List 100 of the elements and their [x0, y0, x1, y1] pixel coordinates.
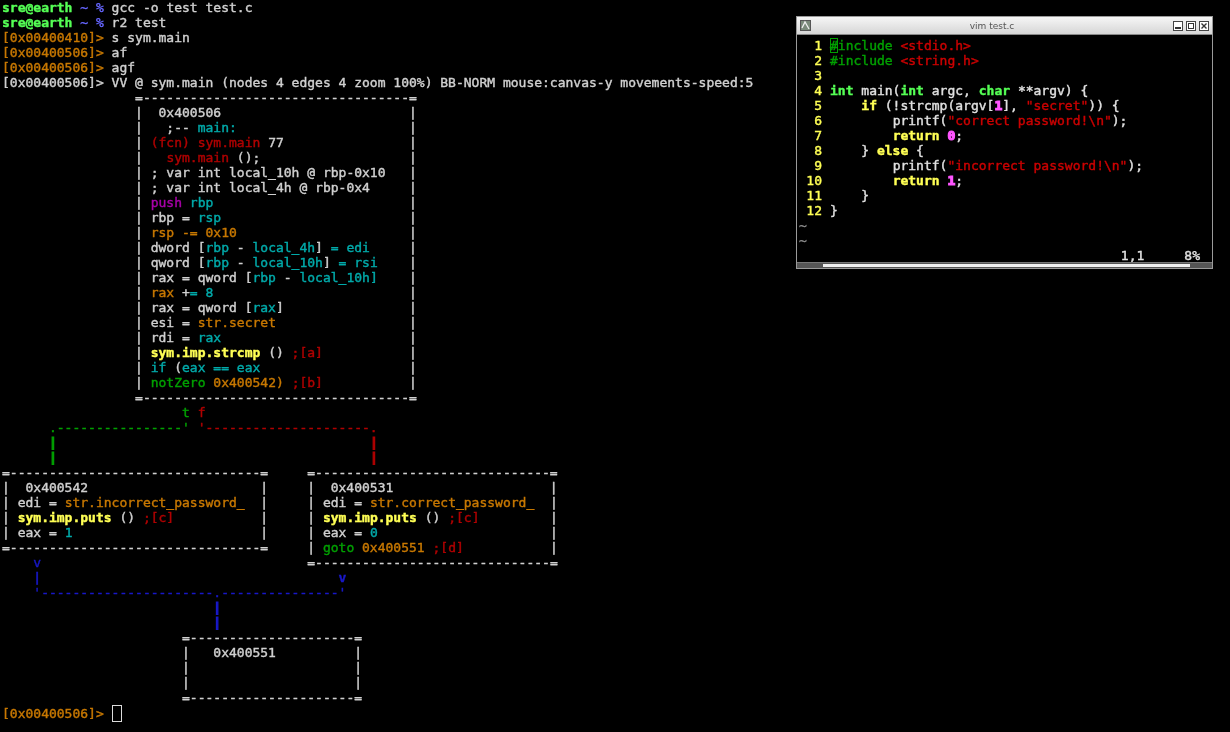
code-text: include — [837, 38, 893, 53]
terminal-text: goto — [322, 540, 355, 555]
terminal-text: | — [409, 375, 417, 390]
code-text: printf( — [892, 113, 948, 128]
empty-line-marker: ~ — [799, 218, 807, 233]
terminal-text: | 0x400506 | — [135, 105, 417, 120]
terminal-text: | ; var int local_10h @ rbp-0x10 | — [135, 165, 417, 180]
code-text: "incorrect password!\n" — [947, 158, 1128, 173]
line-number: 12 — [805, 203, 823, 218]
terminal-text: if — [150, 360, 167, 375]
code-text: argc, — [931, 83, 971, 98]
terminal-text: + — [182, 285, 190, 300]
terminal-text: 0x400542) — [213, 375, 284, 390]
scrollbar[interactable] — [797, 262, 1212, 268]
terminal-text: | — [369, 435, 378, 450]
terminal-text: | rbp = — [135, 210, 190, 225]
code-text: if — [861, 98, 877, 113]
terminal-text: [0x00400506]> VV @ sym.main (nodes 4 edges 4 zoom 100%) BB-NORM mouse:canvas-y movements-speed:5 — [2, 75, 754, 90]
terminal-text: f — [197, 405, 206, 420]
terminal-text: () — [424, 510, 441, 525]
terminal-text: ] — [322, 255, 331, 270]
terminal-text: .----------------' — [48, 420, 190, 435]
line-number: 9 — [813, 158, 823, 173]
terminal-text: r2 test — [111, 15, 167, 30]
terminal-text: 1 — [64, 525, 73, 540]
terminal-text: - — [236, 255, 245, 270]
terminal-text: | rdi = — [135, 330, 190, 345]
code-text: } — [861, 143, 870, 158]
terminal-text: | — [48, 450, 57, 465]
close-icon[interactable] — [1199, 20, 1209, 31]
terminal-text: - — [236, 240, 245, 255]
cursor-position: 1,1 — [1120, 248, 1145, 262]
line-number: 3 — [813, 68, 823, 83]
code-text: int — [830, 83, 854, 98]
terminal-text: notZero — [150, 375, 206, 390]
terminal-text: | rax = qword [ — [135, 300, 253, 315]
terminal-text: =--------------------------------= =------------------------------= — [2, 465, 558, 480]
code-text: )) { — [1088, 98, 1120, 113]
terminal-text: rbp — [252, 270, 276, 285]
terminal-text: | — [369, 450, 378, 465]
empty-line-marker: ~ — [799, 233, 807, 248]
terminal-text: rax — [197, 330, 222, 345]
terminal-text: af — [111, 45, 128, 60]
terminal-text: =----------------------------------= — [135, 390, 417, 405]
scroll-percent: 8% — [1184, 248, 1200, 262]
minimize-icon[interactable] — [1173, 20, 1183, 31]
terminal-text: rax — [252, 300, 276, 315]
terminal-text: = 8 — [189, 285, 214, 300]
terminal-text: | — [549, 525, 558, 540]
terminal-text: ] — [315, 240, 323, 255]
maximize-icon[interactable] — [1186, 20, 1196, 31]
code-text: <stdio.h> — [900, 38, 971, 53]
terminal-text: ;[b] — [291, 375, 323, 390]
terminal-text: | — [135, 195, 143, 210]
terminal-text: local_10h — [252, 255, 323, 270]
line-number: 4 — [813, 83, 823, 98]
code-text: (!strcmp(argv[ — [884, 98, 995, 113]
terminal-text: local_10h] — [299, 270, 378, 285]
terminal-text: rsp — [197, 210, 222, 225]
terminal-text: s sym.main — [111, 30, 190, 45]
terminal-text: | — [48, 435, 57, 450]
terminal-text: | 0x400542 | | 0x400531 | — [2, 480, 558, 495]
code-text: ; — [955, 173, 964, 188]
code-text: ; — [955, 128, 964, 143]
app-icon — [800, 20, 811, 31]
code-text: ); — [1127, 158, 1144, 173]
terminal-text: =----------------------------------= — [135, 90, 417, 105]
code-text: return — [892, 128, 940, 143]
terminal-text: sre@earth — [2, 15, 73, 30]
terminal-text: | — [409, 285, 417, 300]
code-text: int — [900, 83, 924, 98]
terminal-text: | — [135, 360, 143, 375]
terminal-text: | — [213, 600, 222, 615]
terminal-text: | — [409, 195, 417, 210]
terminal-text: | — [135, 375, 143, 390]
terminal-text: 0 — [369, 525, 378, 540]
terminal-text: = rsi — [338, 255, 378, 270]
terminal-text: | — [135, 150, 143, 165]
terminal-text: - — [283, 270, 292, 285]
terminal-text: push — [150, 195, 183, 210]
terminal-text: v — [33, 555, 42, 570]
terminal-text: | — [409, 315, 417, 330]
terminal-text: ( — [174, 360, 183, 375]
code-text: ], — [1002, 98, 1018, 113]
terminal-text: [0x00400506]> — [2, 60, 104, 75]
terminal-text: | 0x400551 | — [182, 645, 363, 660]
code-text: } — [861, 188, 870, 203]
terminal-text: rbp — [189, 195, 214, 210]
code-text: "correct password!\n" — [947, 113, 1112, 128]
terminal-text: | rax = qword [ — [135, 270, 253, 285]
line-number: 7 — [813, 128, 823, 143]
terminal-text: rbp — [205, 240, 229, 255]
terminal-text: str.correct_password_ — [369, 495, 535, 510]
terminal-text: | dword [ — [135, 240, 206, 255]
terminal-text: | — [409, 210, 417, 225]
terminal-text: =--------------------------------= | — [2, 540, 316, 555]
line-number: 5 — [813, 98, 823, 113]
terminal-text: ~ % — [80, 15, 104, 30]
terminal-text: | — [549, 540, 558, 555]
terminal-text: | — [409, 345, 417, 360]
